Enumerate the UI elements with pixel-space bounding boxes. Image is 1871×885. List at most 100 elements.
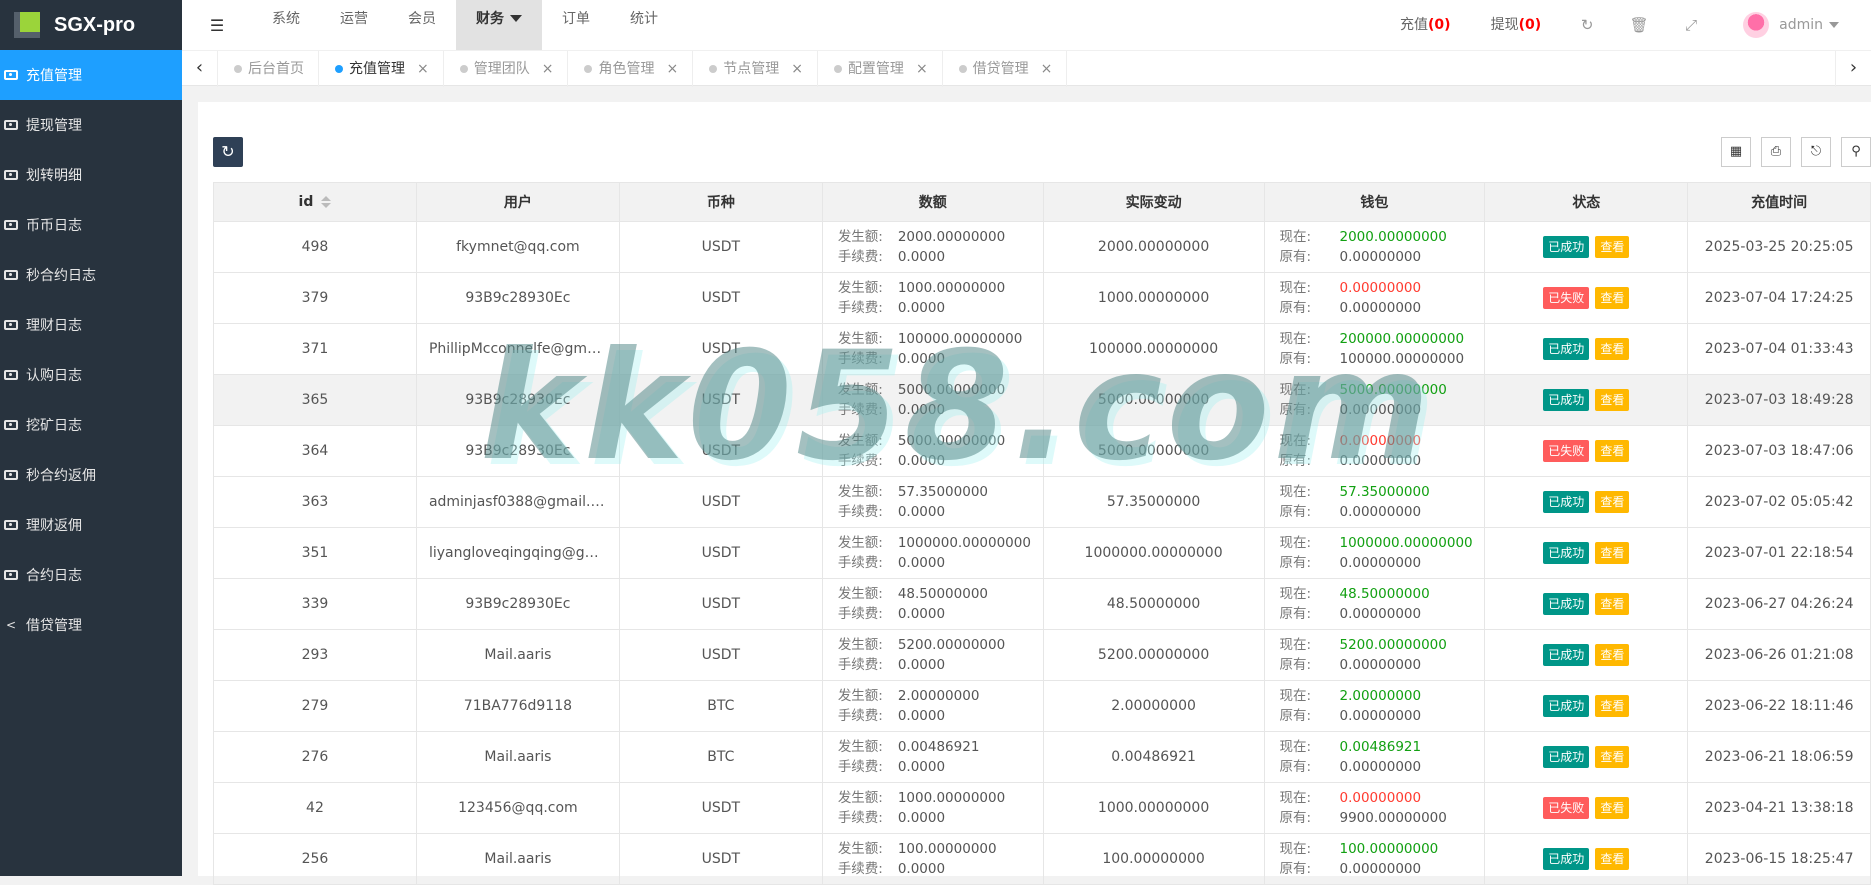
table-row[interactable]: 276 Mail.aaris BTC 发生额: 0.00486921 手续费: 0.0000…	[213, 731, 1871, 783]
nav-item-label: 订单	[562, 11, 590, 27]
search-icon[interactable]: ⚲	[1841, 137, 1871, 167]
table-row[interactable]: 379 93B9c28930Ec USDT 发生额: 1000.00000000 手续费:…	[213, 272, 1871, 324]
tabs-scroll-right-icon[interactable]: ›	[1835, 51, 1871, 87]
withdraw-link[interactable]: 提现(0)	[1471, 6, 1562, 44]
content-card: ↻ ▦ ⎙ ⎋ ⚲ id 用户 币种 数额 实际变动 钱包 状态 充值时间 498 fkymne…	[198, 102, 1871, 885]
occur-label: 发生额:	[837, 739, 883, 755]
tab[interactable]: 节点管理 ×	[693, 51, 818, 87]
sidebar-item[interactable]: < 借贷管理	[0, 600, 182, 650]
table-row[interactable]: 339 93B9c28930Ec USDT 发生额: 48.50000000 手续费: 0.…	[213, 578, 1871, 630]
close-icon[interactable]: ×	[1041, 52, 1053, 86]
occur-label: 发生额:	[837, 382, 883, 398]
fullscreen-icon[interactable]: ⤢	[1665, 6, 1717, 44]
sort-icon[interactable]	[321, 196, 332, 208]
tab[interactable]: 后台首页	[218, 51, 319, 87]
sidebar-item[interactable]: 充值管理	[0, 50, 182, 100]
tab[interactable]: 角色管理 ×	[568, 51, 694, 87]
column-header-label: 状态	[1572, 195, 1601, 211]
table-refresh-button[interactable]: ↻	[213, 137, 243, 167]
close-icon[interactable]: ×	[916, 52, 928, 86]
print-icon[interactable]: ⎙	[1761, 137, 1791, 167]
now-label: 现在:	[1279, 382, 1312, 398]
view-button[interactable]: 查看	[1595, 491, 1630, 513]
sidebar-item[interactable]: 挖矿日志	[0, 400, 182, 450]
tab[interactable]: 充值管理 ×	[319, 51, 444, 87]
sidebar-item[interactable]: 币币日志	[0, 200, 182, 250]
orig-label: 原有:	[1279, 657, 1312, 673]
table-row[interactable]: 256 Mail.aaris USDT 发生额: 100.00000000 手续费: 0.0…	[213, 833, 1871, 885]
wallet-now-value: 57.35000000	[1339, 484, 1430, 500]
tab[interactable]: 配置管理 ×	[818, 51, 943, 87]
view-button[interactable]: 查看	[1595, 695, 1630, 717]
status-badge: 已失败	[1543, 797, 1590, 819]
now-label: 现在:	[1279, 586, 1312, 602]
tabs-scroll-left-icon[interactable]: ‹	[182, 51, 218, 87]
wallet-now-value: 200000.00000000	[1339, 331, 1465, 347]
view-button[interactable]: 查看	[1595, 593, 1630, 615]
sidebar-item[interactable]: 划转明细	[0, 150, 182, 200]
close-icon[interactable]: ×	[417, 52, 429, 86]
table-row[interactable]: 363 adminjasf0388@gmail.com USDT 发生额: 57.350…	[213, 476, 1871, 528]
table-row[interactable]: 293 Mail.aaris USDT 发生额: 5200.00000000 手续费: 0.…	[213, 629, 1871, 681]
view-button[interactable]: 查看	[1595, 644, 1630, 666]
view-button[interactable]: 查看	[1595, 848, 1630, 870]
view-button[interactable]: 查看	[1595, 287, 1630, 309]
now-label: 现在:	[1279, 535, 1312, 551]
column-header: 实际变动	[1042, 182, 1265, 222]
nav-item[interactable]: 会员	[388, 0, 456, 50]
nav-item-label: 财务	[476, 11, 504, 27]
avatar[interactable]	[1743, 12, 1770, 38]
cell-amount: 发生额: 5000.00000000 手续费: 0.0000	[821, 374, 1044, 426]
table-row[interactable]: 364 93B9c28930Ec USDT 发生额: 5000.00000000 手续费:…	[213, 425, 1871, 477]
table-row[interactable]: 42 123456@qq.com USDT 发生额: 1000.00000000 手续费:…	[213, 782, 1871, 834]
cell-user: PhillipMcconnelfe@gmail.com	[415, 323, 620, 375]
sidebar-item[interactable]: 提现管理	[0, 100, 182, 150]
occur-label: 发生额:	[837, 790, 883, 806]
tab[interactable]: 借贷管理 ×	[943, 51, 1068, 87]
nav-item[interactable]: 财务	[456, 0, 542, 50]
sidebar-item[interactable]: 秒合约日志	[0, 250, 182, 300]
view-button[interactable]: 查看	[1595, 542, 1630, 564]
cell-time: 2023-06-22 18:11:46	[1687, 680, 1871, 732]
wallet-now-value: 5000.00000000	[1339, 382, 1447, 398]
column-header[interactable]: id	[213, 182, 417, 222]
table-row[interactable]: 351liyangloveqingqing@gmail.comUSDT 发生额: 1…	[213, 527, 1871, 579]
nav-item[interactable]: 系统	[252, 0, 320, 50]
menu-toggle-icon[interactable]: ☰	[182, 16, 252, 35]
wallet-now-value: 0.00000000	[1339, 433, 1422, 449]
trash-icon[interactable]: 🗑	[1613, 6, 1665, 44]
nav-item[interactable]: 统计	[610, 0, 678, 50]
close-icon[interactable]: ×	[791, 52, 803, 86]
close-icon[interactable]: ×	[542, 52, 554, 86]
view-button[interactable]: 查看	[1595, 389, 1630, 411]
table-row[interactable]: 498 fkymnet@qq.com USDT 发生额: 2000.00000000 手续…	[213, 221, 1871, 273]
sidebar-item[interactable]: 理财返佣	[0, 500, 182, 550]
view-button[interactable]: 查看	[1595, 236, 1630, 258]
occur-label: 发生额:	[837, 535, 883, 551]
view-button[interactable]: 查看	[1595, 440, 1630, 462]
cell-id: 498	[213, 221, 417, 273]
export-icon[interactable]: ⎋	[1801, 137, 1831, 167]
refresh-icon[interactable]: ↻	[1561, 6, 1613, 44]
view-button[interactable]: 查看	[1595, 797, 1630, 819]
table-row[interactable]: 365 93B9c28930Ec USDT 发生额: 5000.00000000 手续费:…	[213, 374, 1871, 426]
view-button[interactable]: 查看	[1595, 746, 1630, 768]
nav-item[interactable]: 运营	[320, 0, 388, 50]
table-row[interactable]: 371 PhillipMcconnelfe@gmail.com USDT 发生额: 10…	[213, 323, 1871, 375]
tab[interactable]: 管理团队 ×	[444, 51, 569, 87]
table-row[interactable]: 279 71BA776d9118 BTC 发生额: 2.00000000 手续费: 0.00…	[213, 680, 1871, 732]
cell-user: Mail.aaris	[415, 833, 620, 885]
sidebar-item[interactable]: 合约日志	[0, 550, 182, 600]
columns-filter-icon[interactable]: ▦	[1721, 137, 1751, 167]
user-menu[interactable]: admin	[1779, 6, 1871, 44]
sidebar-item[interactable]: 认购日志	[0, 350, 182, 400]
cell-status: 已成功 查看	[1484, 680, 1689, 732]
view-button[interactable]: 查看	[1595, 338, 1630, 360]
wallet-now-value: 1000000.00000000	[1339, 535, 1473, 551]
sidebar-item[interactable]: 理财日志	[0, 300, 182, 350]
recharge-link[interactable]: 充值(0)	[1380, 6, 1471, 44]
nav-item[interactable]: 订单	[542, 0, 610, 50]
logo[interactable]: SGX-pro	[0, 0, 182, 50]
close-icon[interactable]: ×	[666, 52, 678, 86]
sidebar-item[interactable]: 秒合约返佣	[0, 450, 182, 500]
